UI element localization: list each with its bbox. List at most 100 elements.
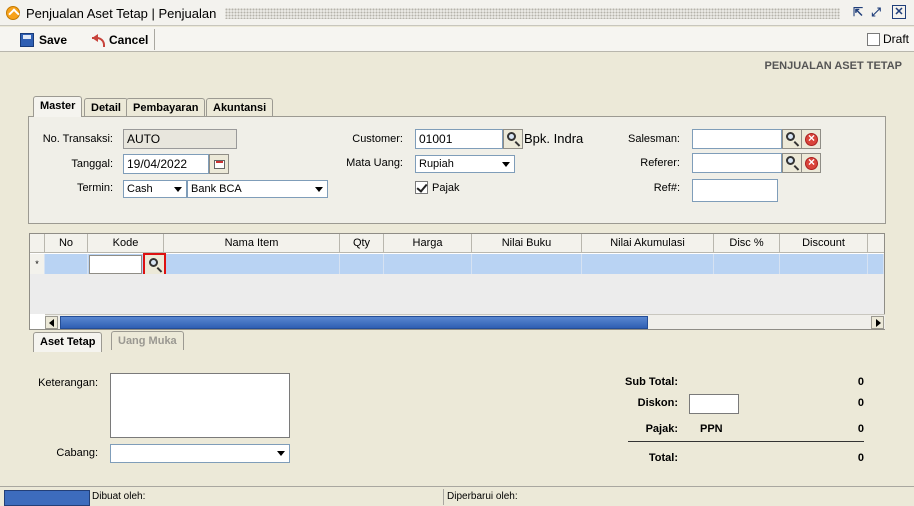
column-header-nilai-akumulasi[interactable]: Nilai Akumulasi xyxy=(582,234,714,253)
delete-icon xyxy=(805,155,818,170)
chevron-down-icon xyxy=(277,451,285,460)
window-title: Penjualan Aset Tetap | Penjualan xyxy=(26,6,217,21)
close-icon[interactable]: ✕ xyxy=(892,5,906,19)
scroll-right-icon[interactable] xyxy=(871,316,884,329)
pajak-summary-value: 0 xyxy=(857,423,864,435)
calendar-icon xyxy=(214,160,225,169)
cell-nama-item[interactable] xyxy=(164,254,340,274)
pajak-checkbox[interactable] xyxy=(415,181,428,194)
bank-value: Bank BCA xyxy=(191,183,242,195)
cell-disc-percent[interactable] xyxy=(714,254,780,274)
tab-detail[interactable]: Detail xyxy=(84,98,128,117)
tab-aset-tetap[interactable]: Aset Tetap xyxy=(33,332,103,352)
cabang-select[interactable] xyxy=(110,444,290,463)
kode-input[interactable] xyxy=(89,255,142,274)
column-header-nilai-buku[interactable]: Nilai Buku xyxy=(472,234,582,253)
item-grid: No Kode Nama Item Qty Harga Nilai Buku N… xyxy=(29,233,885,330)
column-header-nama-item[interactable]: Nama Item xyxy=(164,234,340,253)
cell-filler xyxy=(868,254,884,274)
salesman-field[interactable] xyxy=(692,129,782,149)
mata-uang-label: Mata Uang: xyxy=(346,157,403,169)
status-indicator xyxy=(4,490,90,506)
salesman-search-button[interactable] xyxy=(782,129,802,149)
status-bar: Dibuat oleh: Diperbarui oleh: xyxy=(0,486,914,506)
date-picker-button[interactable] xyxy=(209,154,229,174)
tanggal-field[interactable]: 19/04/2022 xyxy=(123,154,209,174)
termin-value: Cash xyxy=(127,183,153,195)
keterangan-label: Keterangan: xyxy=(38,377,98,389)
column-header-kode[interactable]: Kode xyxy=(88,234,164,253)
toolbar-separator xyxy=(154,29,155,50)
toolbar: Save Cancel Draft xyxy=(0,27,914,52)
diperbarui-oleh-label: Diperbarui oleh: xyxy=(447,491,518,502)
ref-field[interactable] xyxy=(692,179,778,202)
column-header-no[interactable]: No xyxy=(45,234,88,253)
bank-select[interactable]: Bank BCA xyxy=(187,180,328,198)
tab-pembayaran[interactable]: Pembayaran xyxy=(126,98,206,117)
referer-label: Referer: xyxy=(640,157,680,169)
chevron-down-icon xyxy=(174,187,182,196)
floppy-disk-icon xyxy=(20,33,34,47)
scroll-left-icon[interactable] xyxy=(45,316,58,329)
search-icon xyxy=(786,132,795,141)
column-header-qty[interactable]: Qty xyxy=(340,234,384,253)
horizontal-scrollbar[interactable] xyxy=(45,314,885,329)
kode-search-button[interactable] xyxy=(143,253,166,276)
delete-icon xyxy=(805,131,818,146)
termin-select[interactable]: Cash xyxy=(123,180,187,198)
status-separator xyxy=(443,489,444,505)
customer-label: Customer: xyxy=(352,133,403,145)
cell-harga[interactable] xyxy=(384,254,472,274)
grid-row-header-corner xyxy=(30,234,45,253)
customer-name: Bpk. Indra xyxy=(524,131,584,146)
maximize-icon[interactable]: ⤢ xyxy=(868,5,884,21)
referer-search-button[interactable] xyxy=(782,153,802,173)
diskon-value: 0 xyxy=(857,397,864,409)
referer-clear-button[interactable] xyxy=(801,153,821,173)
cell-nilai-akumulasi[interactable] xyxy=(582,254,714,274)
save-button[interactable]: Save xyxy=(20,31,67,49)
column-header-harga[interactable]: Harga xyxy=(384,234,472,253)
tab-akuntansi[interactable]: Akuntansi xyxy=(206,98,274,117)
save-button-label: Save xyxy=(39,33,68,47)
search-icon xyxy=(786,156,795,165)
grid-empty-area xyxy=(30,274,884,314)
referer-field[interactable] xyxy=(692,153,782,173)
total-value: 0 xyxy=(857,452,864,464)
scrollbar-thumb[interactable] xyxy=(60,316,648,329)
sub-total-value: 0 xyxy=(857,376,864,388)
keterangan-textarea[interactable] xyxy=(110,373,290,438)
search-icon xyxy=(149,258,158,267)
column-header-discount[interactable]: Discount xyxy=(780,234,868,253)
new-row-marker: * xyxy=(30,254,45,274)
mata-uang-select[interactable]: Rupiah xyxy=(415,155,515,173)
draft-checkbox[interactable] xyxy=(867,33,880,46)
cell-qty[interactable] xyxy=(340,254,384,274)
cancel-button[interactable]: Cancel xyxy=(88,31,148,49)
restore-icon[interactable]: ⇱ xyxy=(850,5,866,21)
draft-label: Draft xyxy=(883,32,910,46)
pajak-summary-label: Pajak: xyxy=(645,423,678,435)
diskon-label: Diskon: xyxy=(637,397,678,409)
column-header-disc-percent[interactable]: Disc % xyxy=(714,234,780,253)
cell-nilai-buku[interactable] xyxy=(472,254,582,274)
termin-label: Termin: xyxy=(76,182,113,194)
tab-master[interactable]: Master xyxy=(33,96,83,117)
diskon-input[interactable] xyxy=(689,394,739,414)
chevron-down-icon xyxy=(502,162,510,171)
customer-code-field[interactable]: 01001 xyxy=(415,129,503,149)
cancel-button-label: Cancel xyxy=(109,33,149,47)
no-transaksi-label: No. Transaksi: xyxy=(42,133,113,145)
cell-no[interactable] xyxy=(45,254,88,274)
undo-arrow-icon xyxy=(88,34,105,47)
customer-search-button[interactable] xyxy=(503,129,523,149)
salesman-clear-button[interactable] xyxy=(801,129,821,149)
app-icon xyxy=(6,6,20,20)
no-transaksi-field: AUTO xyxy=(123,129,237,149)
dibuat-oleh-label: Dibuat oleh: xyxy=(92,491,146,502)
pajak-label: Pajak xyxy=(432,182,460,194)
pajak-type: PPN xyxy=(700,423,723,435)
cell-discount[interactable] xyxy=(780,254,868,274)
tanggal-label: Tanggal: xyxy=(71,158,113,170)
tab-uang-muka[interactable]: Uang Muka xyxy=(111,331,184,350)
